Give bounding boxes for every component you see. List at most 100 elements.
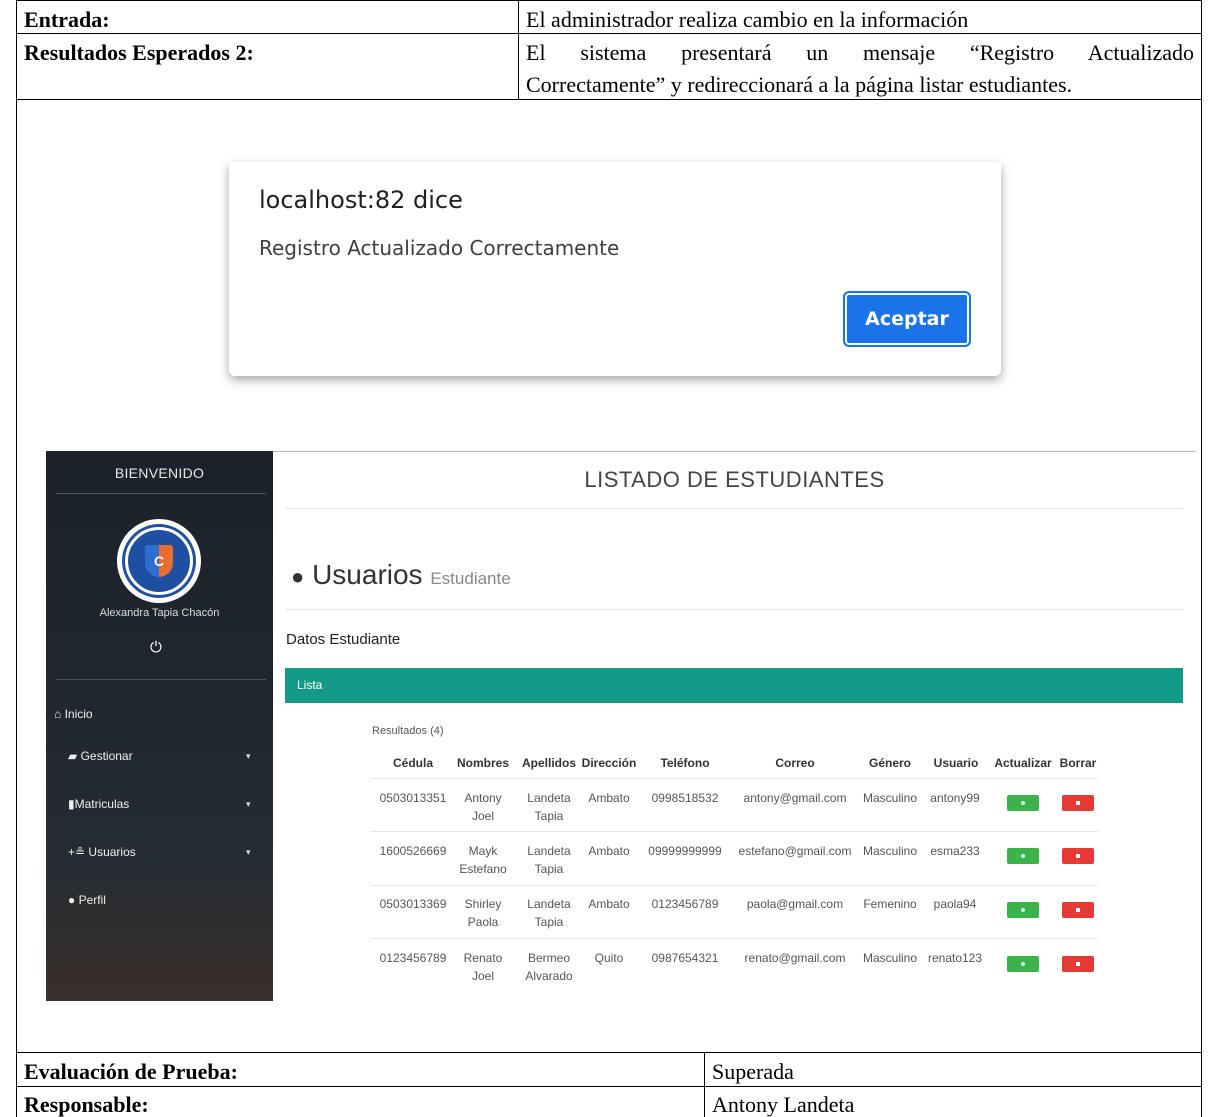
column-header: Correo [775,756,815,770]
cell-nombres: Shirley Paola [464,897,502,929]
dialog-title: localhost:82 dice [259,186,463,214]
row-divider [16,99,1202,100]
sidebar-welcome: BIENVENIDO [114,465,205,481]
update-button[interactable] [1007,902,1039,918]
row-divider [16,33,1202,34]
cell-correo: paola@gmail.com [746,897,844,911]
column-header: Cédula [392,756,433,770]
cell-correo: estefano@gmail.com [738,844,852,858]
cell-nombres: Antony Joel [464,791,502,823]
cell-correo: renato@gmail.com [744,951,846,965]
column-header: Actualizar [994,756,1052,770]
delete-button[interactable] [1062,902,1094,918]
column-header: Dirección [581,756,637,770]
cell-nombres: Renato Joel [463,951,503,983]
responsable-label: Responsable: [24,1092,149,1117]
cell-correo: antony@gmail.com [743,791,847,805]
cell-usuario: antony99 [930,791,980,805]
cell-telefono: 0987654321 [651,951,719,965]
divider [273,451,1196,452]
cell-genero: Masculino [862,791,918,805]
resultados-label: Resultados Esperados 2: [24,40,254,65]
lista-panel-header: Lista [285,668,1183,703]
responsable-value: Antony Landeta [712,1092,855,1117]
users-icon: +≗ [68,845,86,859]
chevron-down-icon[interactable]: ▾ [246,799,251,810]
sidebar-item-inicio[interactable]: ⌂ Inicio [54,707,93,721]
chevron-down-icon[interactable]: ▾ [246,751,251,762]
sidebar-item-label: Usuarios [88,845,136,859]
user-icon: ● [291,564,305,589]
main-content: LISTADO DE ESTUDIANTES ● Usuarios Estudi… [273,451,1196,1001]
cell-cedula: 1600526669 [379,844,447,858]
cell-direccion: Quito [594,951,624,965]
cell-nombres: Mayk Estefano [459,844,507,876]
evaluacion-value: Superada [712,1059,794,1084]
sidebar-item-label: Inicio [64,707,93,721]
cell-cedula: 0123456789 [379,951,447,965]
section-heading: ● Usuarios Estudiante [291,559,511,591]
cell-genero: Femenino [863,897,917,911]
cell-apellidos: Landeta Tapia [527,844,571,876]
update-button[interactable] [1007,848,1039,864]
cell-direccion: Ambato [588,791,630,805]
table-border-left [16,0,17,1117]
divider [371,778,1098,779]
dialog-message: Registro Actualizado Correctamente [259,236,620,260]
cell-direccion: Ambato [588,844,630,858]
column-header: Apellidos [521,756,576,770]
app-screenshot: BIENVENIDO C Alexandra Tapia Chacón ⏻ ⌂ … [46,451,1196,1001]
alert-dialog: localhost:82 dice Registro Actualizado C… [229,162,1001,376]
column-header: Nombres [456,756,509,770]
results-count: Resultados (4) [372,725,444,737]
school-logo: C [117,519,201,603]
delete-button[interactable] [1062,956,1094,972]
cell-apellidos: Landeta Tapia [527,791,571,823]
entrada-label: Entrada: [24,7,110,32]
cell-direccion: Ambato [588,897,630,911]
power-icon[interactable]: ⏻ [150,639,162,656]
sidebar-item-label: Gestionar [80,749,133,763]
divider [371,831,1098,832]
sidebar-item-gestionar[interactable]: ▰ Gestionar [68,749,133,763]
sidebar-item-perfil[interactable]: ● Perfil [68,893,106,907]
divider [371,885,1098,886]
cell-usuario: renato123 [927,951,983,965]
cell-cedula: 0503013369 [379,897,447,911]
accept-button[interactable]: Aceptar [843,291,971,347]
sidebar-item-matriculas[interactable]: ▮Matriculas [68,797,129,811]
column-header: Borrar [1059,756,1097,770]
table-border-right [1201,0,1202,1117]
cell-genero: Masculino [862,951,918,965]
briefcase-icon: ▰ [68,749,78,763]
resultados-value-line2: Correctamente” y redireccionará a la pág… [526,72,1073,97]
cell-usuario: esma233 [930,844,980,858]
delete-button[interactable] [1062,848,1094,864]
resultados-value-line1: El sistema presentará un mensaje “Regist… [526,40,1194,65]
column-header: Usuario [933,756,979,770]
book-icon: ▮ [68,797,75,811]
chevron-down-icon[interactable]: ▾ [246,847,251,858]
row-divider [16,1086,1202,1087]
section-subtitle: Estudiante [430,569,511,588]
update-button[interactable] [1007,795,1039,811]
cell-genero: Masculino [862,844,918,858]
sidebar-item-usuarios[interactable]: +≗ Usuarios [68,845,136,859]
cell-telefono: 0998518532 [651,791,719,805]
section-title: Usuarios [312,559,423,590]
cell-cedula: 0503013351 [379,791,447,805]
entrada-value: El administrador realiza cambio en la in… [526,7,969,32]
divider [56,679,266,680]
sidebar: BIENVENIDO C Alexandra Tapia Chacón ⏻ ⌂ … [46,451,273,1001]
delete-button[interactable] [1062,795,1094,811]
update-button[interactable] [1007,956,1039,972]
column-header: Teléfono [660,756,710,770]
cell-apellidos: Landeta Tapia [527,897,571,929]
datos-heading: Datos Estudiante [286,631,401,648]
sidebar-user-name: Alexandra Tapia Chacón [99,607,220,619]
cell-apellidos: Bermeo Alvarado [525,951,573,983]
divider [371,938,1098,939]
sidebar-item-label: Perfil [78,893,106,907]
cell-usuario: paola94 [933,897,977,911]
cell-telefono: 0123456789 [651,897,719,911]
